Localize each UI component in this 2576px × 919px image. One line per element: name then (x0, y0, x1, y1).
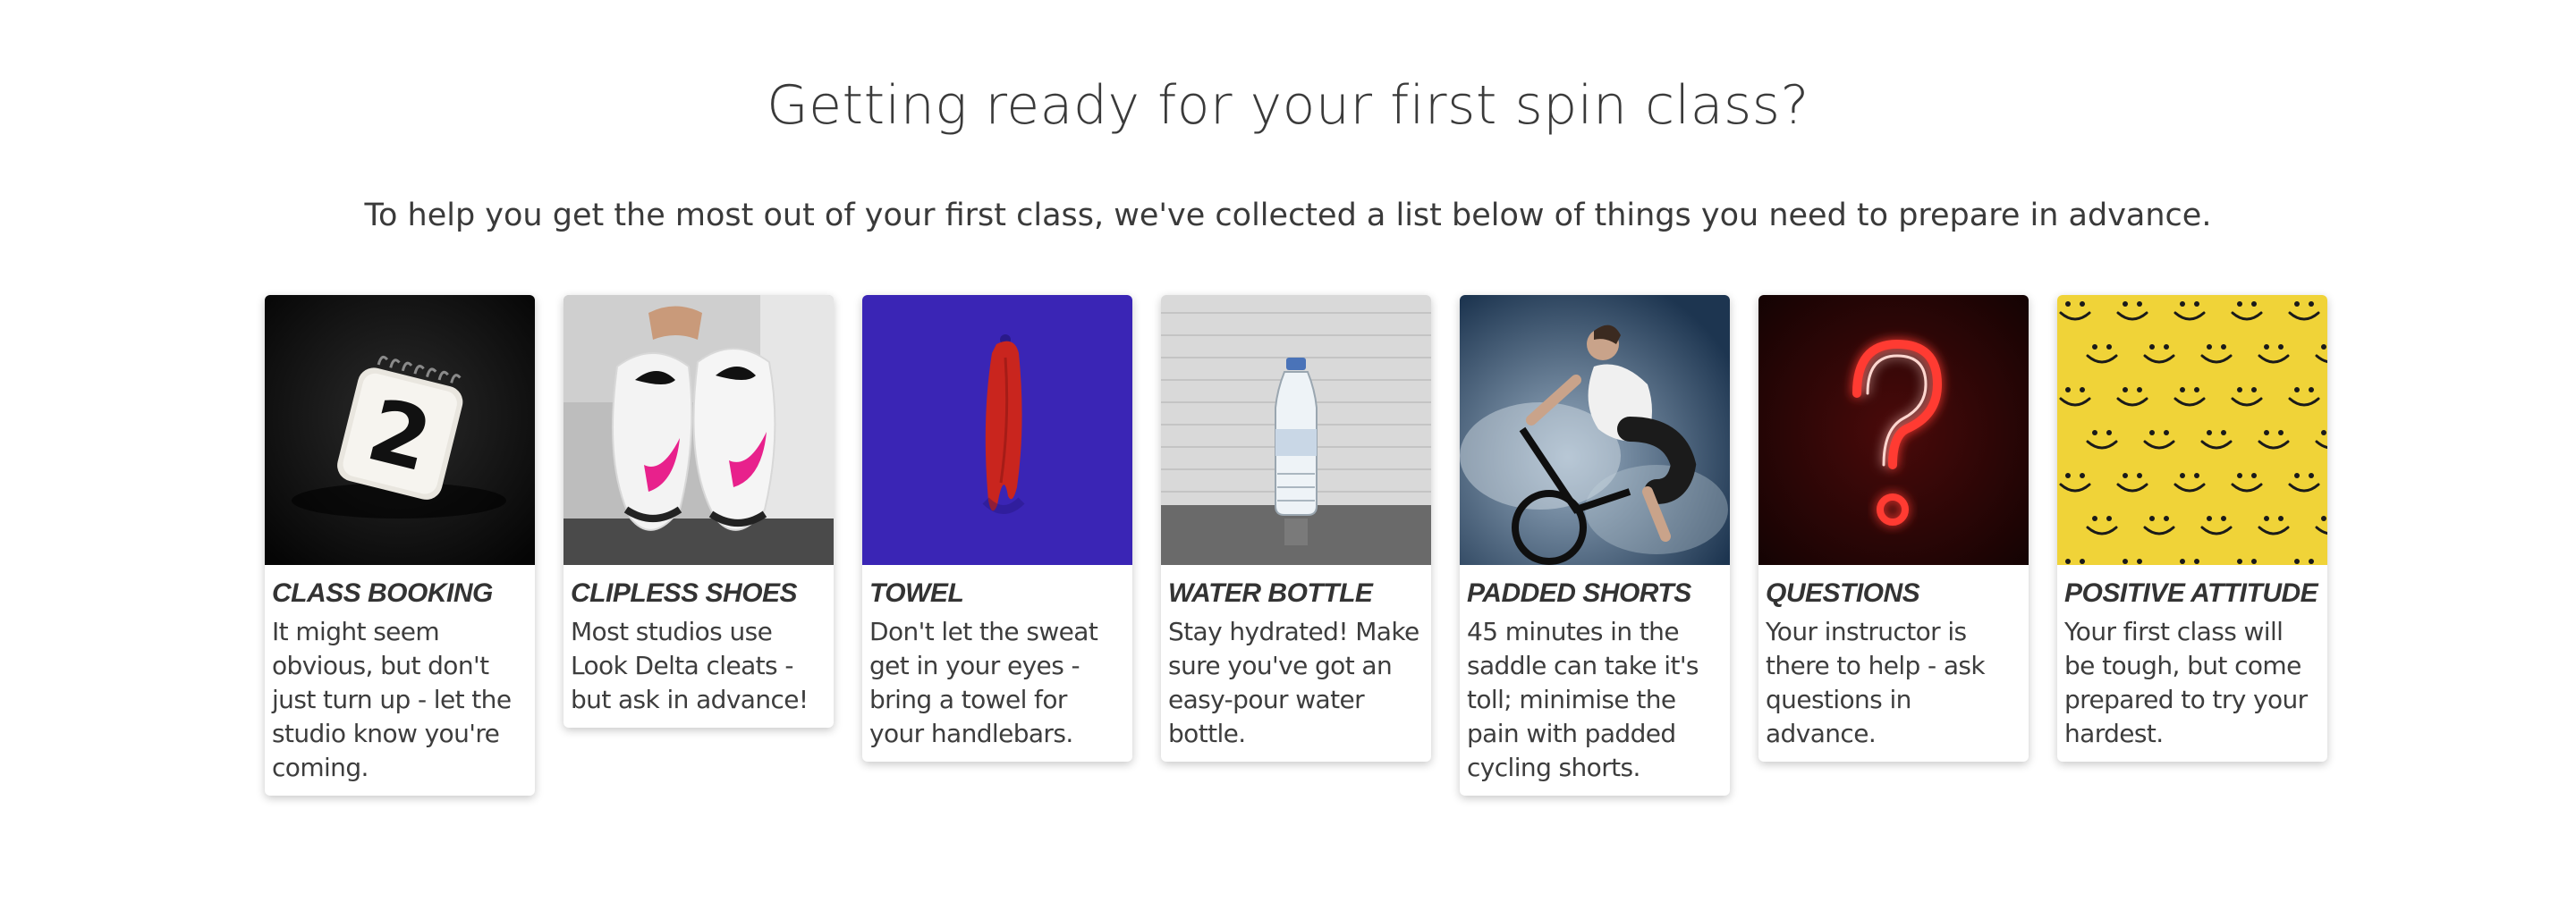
card-title: QUESTIONS (1766, 578, 1920, 608)
card-class-booking: 2 CLASS BOOKING It might seem obvious, b… (265, 295, 535, 796)
card-title: PADDED SHORTS (1467, 578, 1691, 608)
page-intro: To help you get the most out of your fir… (364, 198, 2212, 233)
checklist-cards: 2 CLASS BOOKING It might seem obvious, b… (265, 295, 2327, 796)
cycling-shoes-photo (564, 295, 834, 565)
card-text: Most studios use Look Delta cleats - but… (571, 617, 809, 714)
card-text: Your instructor is there to help - ask q… (1766, 617, 1986, 748)
smiley-faces-photo (2057, 295, 2327, 565)
card-text: Stay hydrated! Make sure you've got an e… (1168, 617, 1419, 748)
cyclist-photo (1460, 295, 1730, 565)
card-title: WATER BOTTLE (1168, 578, 1373, 608)
card-text: Don't let the sweat get in your eyes - b… (869, 617, 1098, 748)
card-title: POSITIVE ATTITUDE (2064, 578, 2318, 608)
calendar-day-2-photo: 2 (265, 295, 535, 565)
card-title: CLASS BOOKING (272, 578, 493, 608)
water-bottle-photo (1161, 295, 1431, 565)
card-text: Your first class will be tough, but come… (2064, 617, 2308, 748)
neon-question-mark-photo (1758, 295, 2029, 565)
card-water-bottle: WATER BOTTLE Stay hydrated! Make sure yo… (1161, 295, 1431, 762)
card-text: It might seem obvious, but don't just tu… (272, 617, 512, 782)
card-questions: QUESTIONS Your instructor is there to he… (1758, 295, 2029, 762)
card-title: TOWEL (869, 578, 964, 608)
card-towel: TOWEL Don't let the sweat get in your ey… (862, 295, 1132, 762)
card-title: CLIPLESS SHOES (571, 578, 798, 608)
page-title: Getting ready for your first spin class? (767, 74, 1809, 137)
card-text: 45 minutes in the saddle can take it's t… (1467, 617, 1699, 782)
card-clipless-shoes: CLIPLESS SHOES Most studios use Look Del… (564, 295, 834, 728)
red-towel-photo (862, 295, 1132, 565)
card-positive-attitude: POSITIVE ATTITUDE Your first class will … (2057, 295, 2327, 762)
card-padded-shorts: PADDED SHORTS 45 minutes in the saddle c… (1460, 295, 1730, 796)
